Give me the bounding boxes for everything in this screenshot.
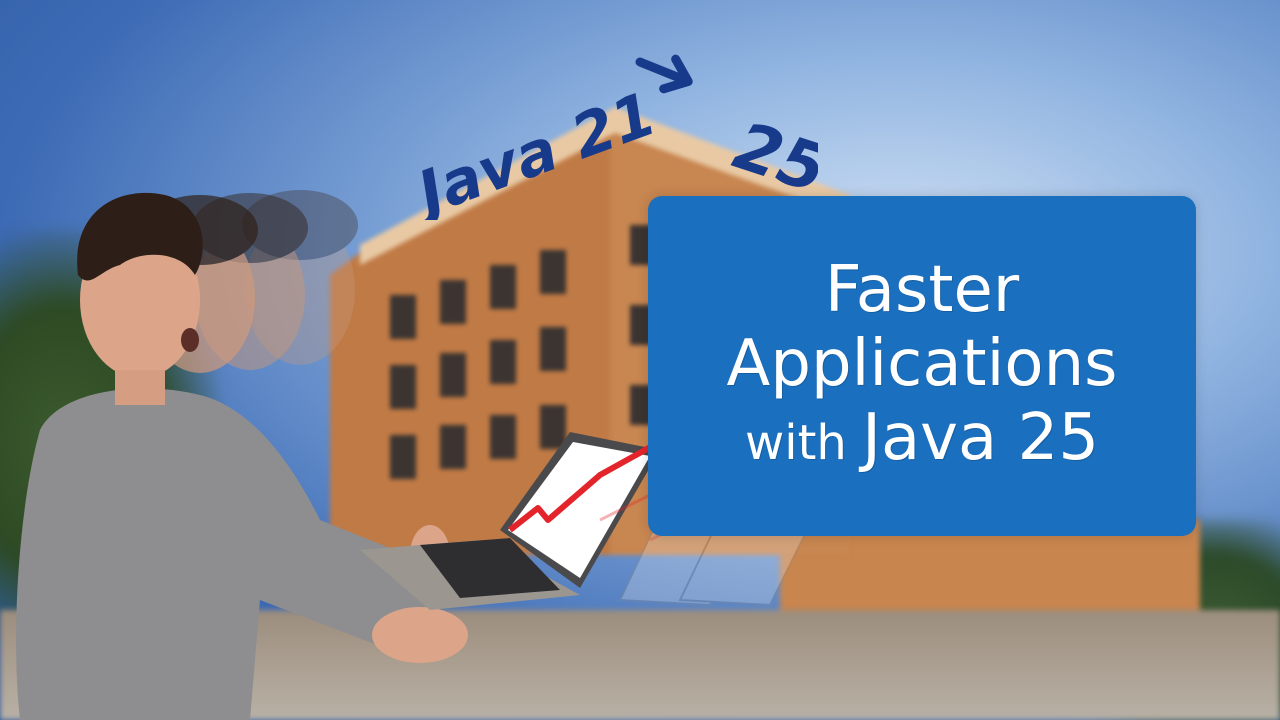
- version-headline: Java 21 25: [418, 54, 818, 220]
- from-version-text: Java 21: [418, 79, 665, 220]
- title-line-1: Faster: [824, 252, 1020, 327]
- title-card: Faster Applications with Java 25: [648, 196, 1196, 536]
- title-with-text: with: [744, 414, 863, 471]
- title-line-3: with Java 25: [745, 401, 1099, 480]
- title-java-25-text: Java 25: [862, 400, 1100, 475]
- title-line-2: Applications: [726, 326, 1118, 401]
- to-version-text: 25: [725, 107, 818, 209]
